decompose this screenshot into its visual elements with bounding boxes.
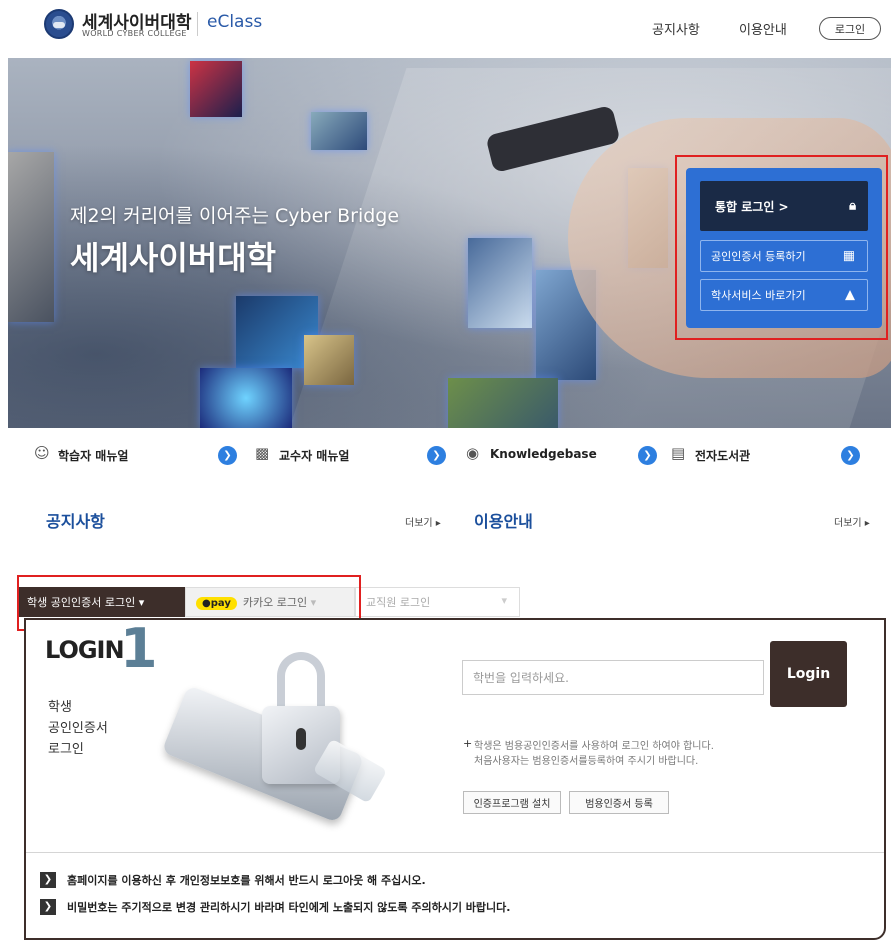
chevron-right-icon[interactable]: ❯: [218, 446, 237, 465]
login-description-line: 로그인: [48, 742, 84, 757]
book-icon: ▤: [671, 444, 686, 462]
divider: [26, 852, 884, 853]
person-icon: ☺: [34, 444, 50, 462]
notice-section-title[interactable]: 공지사항: [46, 508, 105, 532]
header-login-button[interactable]: 로그인: [819, 17, 881, 40]
register-cert-button[interactable]: 범용인증서 등록: [569, 791, 669, 814]
floating-photo: [448, 378, 558, 428]
chevron-right-icon[interactable]: ❯: [841, 446, 860, 465]
login-description: 학생 공인인증서 로그인: [48, 697, 138, 760]
college-emblem-icon[interactable]: [44, 9, 74, 39]
tab-staff-login[interactable]: 교직원 로그인 ▾: [355, 587, 520, 617]
floating-photo: [8, 152, 54, 322]
info-text: 비밀번호는 주기적으로 변경 관리하시기 바라며 타인에게 노출되지 않도록 주…: [67, 901, 511, 914]
floating-photo: [304, 335, 354, 385]
hero-title: 세계사이버대학: [70, 239, 277, 277]
login-description-line: 학생: [48, 700, 72, 715]
login-step-number: 1: [120, 617, 158, 680]
login-notice-text: 학생은 범용공인인증서를 사용하여 로그인 하여야 합니다.: [474, 741, 714, 752]
floating-photo: [190, 61, 242, 117]
manual-item-learner[interactable]: ☺ 학습자 매뉴얼 ❯: [34, 444, 244, 468]
info-text: 홈페이지를 이용하신 후 개인정보보호를 위해서 반드시 로그아웃 해 주십시오…: [67, 874, 426, 887]
manual-label: 학습자 매뉴얼: [58, 449, 129, 463]
hero-subtitle: 제2의 커리어를 이어주는 Cyber Bridge: [70, 205, 400, 227]
keyhole-icon: [296, 728, 306, 750]
floating-photo: [311, 112, 367, 150]
login-submit-button[interactable]: Login: [770, 641, 847, 707]
manual-label: Knowledgebase: [490, 447, 597, 461]
padlock-shackle-illustration: [277, 652, 325, 712]
manual-item-library[interactable]: ▤ 전자도서관 ❯: [671, 444, 871, 468]
student-id-input[interactable]: [462, 660, 764, 695]
manual-label: 교수자 매뉴얼: [279, 449, 350, 463]
logo-divider: [197, 12, 198, 36]
guide-more-link[interactable]: 더보기 ▸: [834, 514, 870, 529]
install-program-button[interactable]: 인증프로그램 설치: [463, 791, 561, 814]
tab-label: 교직원 로그인: [366, 596, 431, 609]
nav-notice-link[interactable]: 공지사항: [652, 19, 700, 38]
media-icon: ◉: [466, 444, 480, 462]
login-description-line: 공인인증서: [48, 721, 108, 736]
arrow-right-icon: ❯: [40, 899, 56, 915]
notice-bullet-icon: +: [463, 737, 473, 750]
manual-item-knowledgebase[interactable]: ◉ Knowledgebase ❯: [466, 444, 676, 468]
chevron-right-icon[interactable]: ❯: [427, 446, 446, 465]
manual-label: 전자도서관: [695, 449, 751, 463]
floating-photo: [468, 238, 532, 328]
chevron-down-icon: ▾: [501, 594, 507, 607]
floating-photo: [200, 368, 292, 428]
login-notice-text: 처음사용자는 범용인증서를등록하여 주시기 바랍니다.: [474, 756, 699, 767]
manual-item-professor[interactable]: ▩ 교수자 매뉴얼 ❯: [255, 444, 455, 468]
site-header: 세계사이버대학 WORLD CYBER COLLEGE eClass 공지사항 …: [0, 0, 891, 58]
nav-guide-link[interactable]: 이용안내: [739, 19, 787, 38]
notice-more-link[interactable]: 더보기 ▸: [405, 514, 441, 529]
eclass-logo[interactable]: eClass: [207, 12, 262, 32]
chevron-right-icon[interactable]: ❯: [638, 446, 657, 465]
guide-section-title[interactable]: 이용안내: [474, 508, 533, 532]
login-wordmark: LOGIN: [45, 636, 125, 664]
teacher-icon: ▩: [255, 444, 270, 462]
highlight-box: [675, 155, 888, 340]
arrow-right-icon: ❯: [40, 872, 56, 888]
logo-subtitle: WORLD CYBER COLLEGE: [82, 29, 187, 38]
